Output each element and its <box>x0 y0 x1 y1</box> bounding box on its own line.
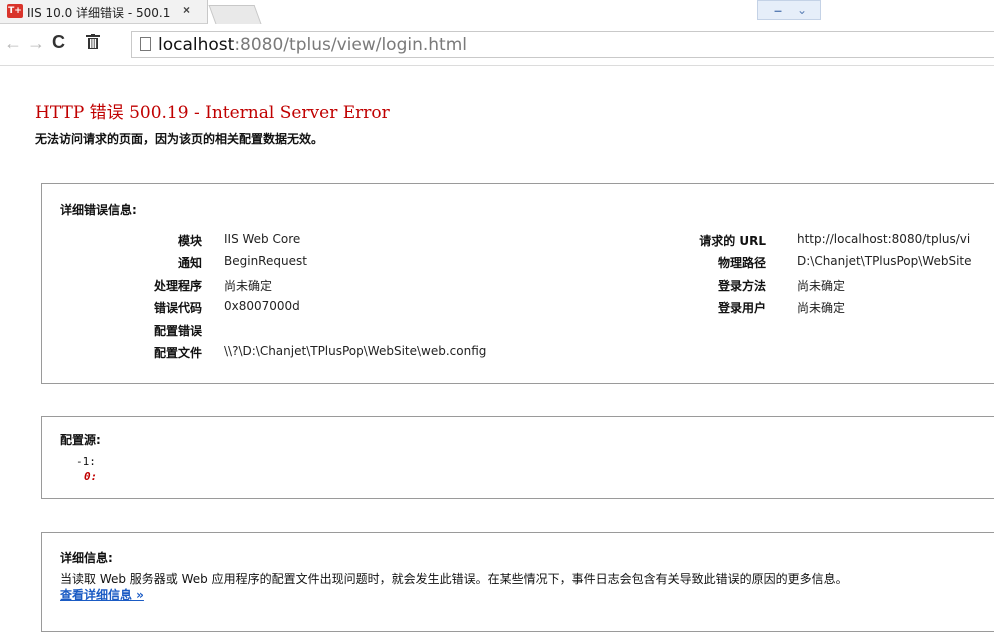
more-info-link[interactable]: 查看详细信息 » <box>60 586 144 603</box>
page-content: HTTP 错误 500.19 - Internal Server Error 无… <box>0 66 994 632</box>
tab-title: IIS 10.0 详细错误 - 500.1 <box>27 6 171 20</box>
tab-close-icon[interactable]: × <box>183 3 190 17</box>
back-arrow-icon[interactable]: ← <box>4 33 22 54</box>
field-label: 处理程序 <box>153 279 202 293</box>
more-info-box: 详细信息: 当读取 Web 服务器或 Web 应用程序的配置文件出现问题时，就会… <box>41 532 994 632</box>
error-title: HTTP 错误 500.19 - Internal Server Error <box>35 103 390 123</box>
field-value: 0x8007000d <box>224 299 300 313</box>
trash-icon[interactable] <box>86 34 100 49</box>
field-value: D:\Chanjet\TPlusPop\WebSite <box>797 254 972 268</box>
config-source-box: 配置源: -1: 0: <box>41 416 994 499</box>
field-label: 通知 <box>177 256 202 270</box>
field-label: 请求的 URL <box>699 234 766 248</box>
favicon-icon: T+ <box>7 4 23 18</box>
field-label: 物理路径 <box>717 256 766 270</box>
more-info-text: 当读取 Web 服务器或 Web 应用程序的配置文件出现问题时，就会发生此错误。… <box>60 572 848 586</box>
minimize-icon[interactable]: – <box>768 2 788 18</box>
window-controls: – ⌄ <box>757 0 821 20</box>
more-info-heading: 详细信息: <box>60 551 113 565</box>
config-source-heading: 配置源: <box>60 433 101 447</box>
url-host: localhost <box>158 35 235 55</box>
field-value: 尚未确定 <box>797 279 846 293</box>
reload-icon[interactable]: C <box>52 32 65 53</box>
field-value: \\?\D:\Chanjet\TPlusPop\WebSite\web.conf… <box>224 344 487 358</box>
config-line-number: -1: <box>76 455 96 468</box>
page-icon <box>140 37 151 51</box>
field-value: 尚未确定 <box>797 301 846 315</box>
field-label: 登录用户 <box>717 301 766 315</box>
field-label: 错误代码 <box>153 301 202 315</box>
field-value: IIS Web Core <box>224 232 301 246</box>
field-value: http://localhost:8080/tplus/vi <box>797 232 971 246</box>
forward-arrow-icon[interactable]: → <box>27 33 45 54</box>
config-line-number: 0: <box>84 470 98 483</box>
browser-toolbar: ← → C localhost:8080/tplus/view/login.ht… <box>0 24 994 66</box>
detail-error-heading: 详细错误信息: <box>60 203 137 217</box>
new-tab-button[interactable] <box>208 5 262 24</box>
error-subtitle: 无法访问请求的页面，因为该页的相关配置数据无效。 <box>35 132 324 146</box>
url-text[interactable]: localhost:8080/tplus/view/login.html <box>158 35 467 55</box>
address-bar[interactable]: localhost:8080/tplus/view/login.html <box>131 31 994 58</box>
field-label: 模块 <box>177 234 202 248</box>
field-label: 配置文件 <box>153 346 202 360</box>
chevron-down-icon[interactable]: ⌄ <box>792 2 812 18</box>
tab-strip: T+ IIS 10.0 详细错误 - 500.1 × – ⌄ <box>0 0 994 24</box>
field-value: BeginRequest <box>224 254 307 268</box>
field-label: 配置错误 <box>153 324 202 338</box>
field-value: 尚未确定 <box>224 279 273 293</box>
detail-error-box: 详细错误信息: 模块 IIS Web Core 通知 BeginRequest … <box>41 183 994 384</box>
browser-tab[interactable]: T+ IIS 10.0 详细错误 - 500.1 × <box>0 0 208 24</box>
field-label: 登录方法 <box>717 279 766 293</box>
url-path: :8080/tplus/view/login.html <box>234 35 467 55</box>
